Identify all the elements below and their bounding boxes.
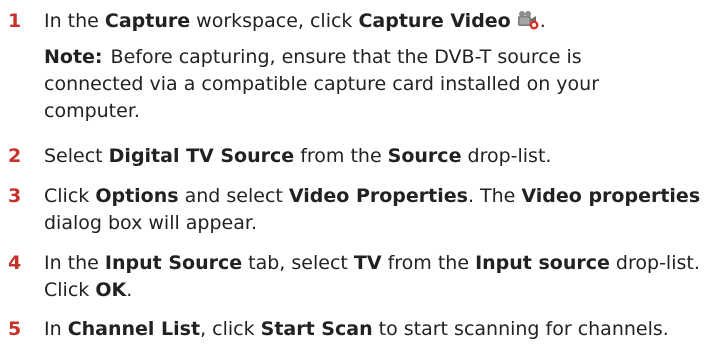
step-number: 2 — [8, 145, 22, 167]
instruction-document: 1 In the Capture workspace, click Captur… — [0, 0, 713, 347]
step-text: In the Input Source tab, select TV from … — [44, 252, 700, 301]
step-number: 4 — [8, 252, 22, 274]
step-text: Select Digital TV Source from the Source… — [44, 145, 552, 167]
step-number: 3 — [8, 185, 22, 207]
capture-video-icon — [516, 10, 540, 30]
workspace-name: Capture — [104, 10, 191, 32]
step-number: 5 — [8, 318, 22, 340]
button-name: Capture Video — [358, 10, 511, 32]
step-number: 1 — [8, 10, 22, 32]
step-text: In the Capture workspace, click Capture … — [44, 8, 704, 125]
note-label: Note: — [44, 46, 103, 68]
note: Note: Before capturing, ensure that the D… — [44, 46, 600, 122]
step-text: Click Options and select Video Propertie… — [44, 185, 701, 234]
step-line: In the Capture workspace, click Capture … — [44, 10, 546, 32]
step-text: In Channel List, click Start Scan to sta… — [44, 318, 669, 340]
